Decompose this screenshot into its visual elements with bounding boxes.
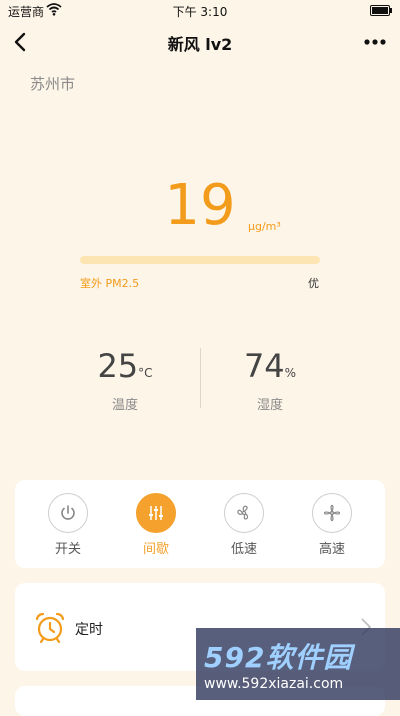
page-title: 新风 lv2	[167, 35, 233, 54]
city-label: 苏州市	[30, 75, 76, 93]
temperature-unit: °C	[138, 366, 153, 380]
fan-low-icon	[224, 493, 264, 533]
watermark-url: www.592xiazai.com	[204, 676, 344, 692]
mode-card: 开关 间歇 低速 高速	[15, 480, 385, 568]
more-dots-icon	[364, 39, 386, 45]
temperature-metric: 25°C 温度	[65, 350, 185, 413]
more-button[interactable]	[362, 32, 388, 52]
mode-high-speed-label: 高速	[318, 542, 345, 557]
pm25-value: 19	[164, 173, 236, 238]
battery-icon	[370, 5, 392, 16]
fan-high-icon	[312, 493, 352, 533]
mode-intermittent-button[interactable]: 间歇	[126, 493, 186, 557]
mode-low-speed-button[interactable]: 低速	[214, 493, 274, 557]
metric-divider	[200, 348, 201, 408]
status-bar: 运营商 下午 3:10	[0, 0, 400, 22]
temperature-value: 25	[97, 347, 139, 385]
alarm-clock-icon	[33, 610, 67, 644]
pm25-unit: μg/m³	[248, 220, 281, 233]
timer-label: 定时	[75, 622, 103, 638]
air-quality-grade: 优	[308, 277, 319, 290]
watermark-title: 592软件园	[204, 641, 353, 674]
humidity-metric: 74% 湿度	[210, 350, 330, 413]
pm25-bar	[80, 256, 320, 264]
watermark-logo: 592软件园 www.592xiazai.com	[196, 628, 400, 700]
clock-time: 下午 3:10	[172, 5, 228, 19]
mode-power-button[interactable]: 开关	[38, 493, 98, 557]
nav-bar: 新风 lv2	[0, 22, 400, 62]
humidity-label: 湿度	[256, 398, 283, 413]
mode-low-speed-label: 低速	[230, 542, 257, 557]
temperature-label: 温度	[111, 398, 138, 413]
power-icon	[48, 493, 88, 533]
humidity-value: 74	[243, 347, 285, 385]
mode-high-speed-button[interactable]: 高速	[302, 493, 362, 557]
mode-power-label: 开关	[54, 542, 81, 557]
pm25-label: 室外 PM2.5	[80, 277, 140, 290]
sliders-icon	[136, 493, 176, 533]
humidity-unit: %	[284, 366, 297, 380]
mode-intermittent-label: 间歇	[142, 542, 169, 557]
